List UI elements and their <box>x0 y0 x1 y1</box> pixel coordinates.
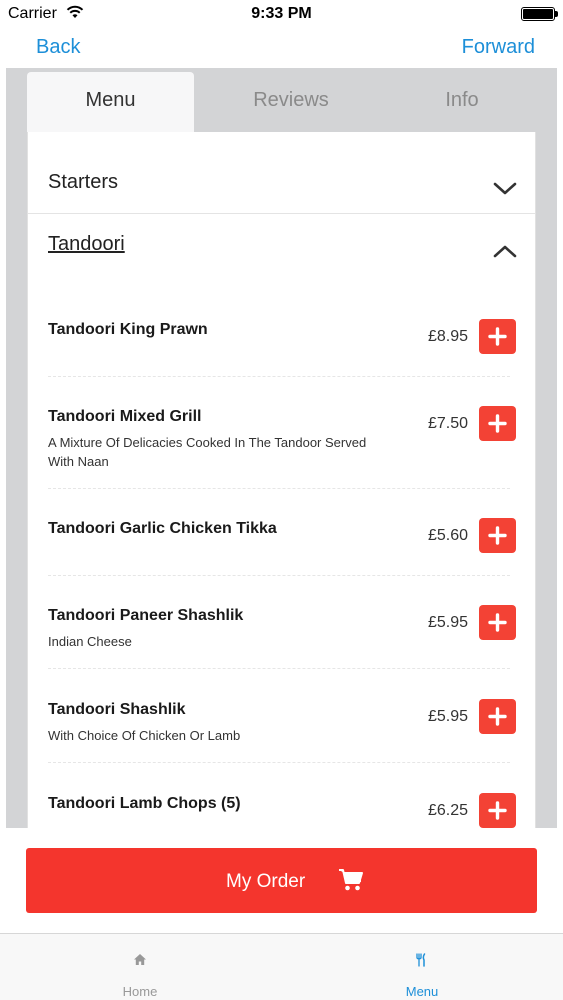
cart-icon <box>338 868 364 897</box>
back-button[interactable]: Back <box>36 36 80 59</box>
status-bar: Carrier 9:33 PM <box>0 0 563 30</box>
my-order-label: My Order <box>226 871 306 892</box>
tabbar-item-menu[interactable]: Menu <box>352 934 492 1000</box>
plus-icon <box>488 801 507 820</box>
my-order-button[interactable]: My Order <box>26 848 537 913</box>
tabbar-label: Menu <box>405 984 439 999</box>
item-name: Tandoori Garlic Chicken Tikka <box>48 520 277 537</box>
nav-bar: Back Forward <box>0 30 563 68</box>
tab-info[interactable]: Info <box>376 72 548 132</box>
item-price: £8.95 <box>427 328 468 345</box>
home-icon <box>133 953 147 971</box>
battery-icon <box>521 7 558 21</box>
item-description: Indian Cheese <box>48 634 132 649</box>
item-divider <box>48 488 510 489</box>
item-price: £5.95 <box>427 708 468 725</box>
section-tandoori[interactable]: Tandoori <box>28 214 535 284</box>
section-title: Starters <box>48 171 119 193</box>
item-divider <box>48 762 510 763</box>
menu-frame: Menu Reviews Info Starters Tandoori Tand… <box>6 68 557 828</box>
item-name: Tandoori Mixed Grill <box>48 408 202 425</box>
clock: 9:33 PM <box>251 5 312 22</box>
item-name: Tandoori Lamb Chops (5) <box>48 795 241 812</box>
tab-reviews[interactable]: Reviews <box>206 72 376 132</box>
segment-tabs: Menu Reviews Info <box>6 68 557 132</box>
tabbar-label: Home <box>122 984 158 999</box>
section-title: Tandoori <box>48 233 125 255</box>
item-divider <box>48 668 510 669</box>
item-name: Tandoori Paneer Shashlik <box>48 607 244 624</box>
plus-icon <box>488 526 507 545</box>
plus-icon <box>488 707 507 726</box>
cutlery-icon <box>415 953 427 972</box>
item-price: £7.50 <box>427 415 468 432</box>
add-item-button[interactable] <box>479 319 516 354</box>
item-name: Tandoori King Prawn <box>48 321 208 338</box>
add-item-button[interactable] <box>479 406 516 441</box>
tab-menu[interactable]: Menu <box>27 72 194 132</box>
tab-bar: Home Menu <box>0 933 563 1000</box>
item-description: A Mixture Of Delicacies Cooked In The Ta… <box>48 435 367 469</box>
add-item-button[interactable] <box>479 699 516 734</box>
item-price: £5.95 <box>427 614 468 631</box>
add-item-button[interactable] <box>479 793 516 828</box>
menu-panel[interactable]: Starters Tandoori Tandoori King Prawn £8… <box>27 132 536 828</box>
section-starters[interactable]: Starters <box>28 144 535 214</box>
plus-icon <box>488 613 507 632</box>
chevron-up-icon <box>493 244 517 263</box>
item-description: With Choice Of Chicken Or Lamb <box>48 728 241 743</box>
item-divider <box>48 575 510 576</box>
add-item-button[interactable] <box>479 518 516 553</box>
item-name: Tandoori Shashlik <box>48 701 186 718</box>
add-item-button[interactable] <box>479 605 516 640</box>
plus-icon <box>488 414 507 433</box>
forward-button[interactable]: Forward <box>462 36 535 59</box>
plus-icon <box>488 327 507 346</box>
item-price: £6.25 <box>427 802 468 819</box>
tabbar-item-home[interactable]: Home <box>70 934 210 1000</box>
chevron-down-icon <box>493 182 517 201</box>
item-price: £5.60 <box>427 527 468 544</box>
item-divider <box>48 376 510 377</box>
